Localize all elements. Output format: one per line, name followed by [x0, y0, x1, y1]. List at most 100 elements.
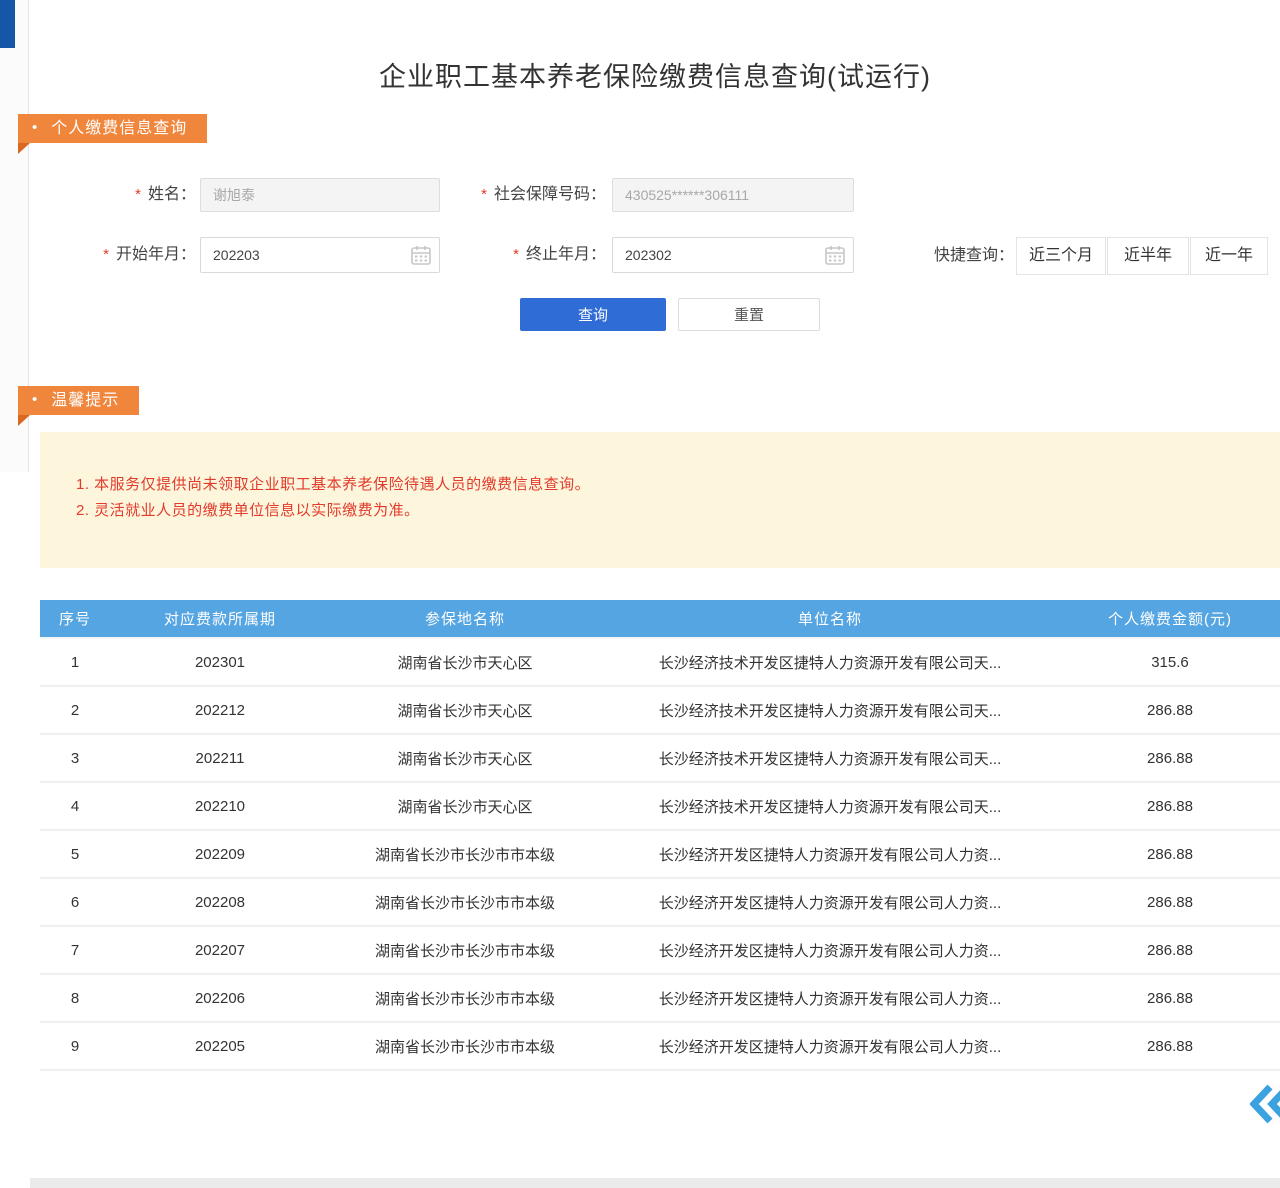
cell-unit-name: 长沙经济开发区捷特人力资源开发有限公司人力资...: [600, 878, 1060, 926]
collapsed-nav-block: [0, 0, 15, 48]
start-month-label-text: 开始年月：: [116, 246, 196, 263]
quick-last-3-months-button[interactable]: 近三个月: [1016, 237, 1106, 275]
table-row: 5 202209 湖南省长沙市长沙市市本级 长沙经济开发区捷特人力资源开发有限公…: [40, 830, 1280, 878]
cell-seq: 5: [40, 830, 110, 878]
table-header: 序号 对应费款所属期 参保地名称 单位名称 个人缴费金额(元): [40, 600, 1280, 638]
section-badge-tips: • 温馨提示: [18, 386, 139, 415]
end-month-input[interactable]: [612, 237, 854, 273]
cell-seq: 2: [40, 686, 110, 734]
table-row: 4 202210 湖南省长沙市天心区 长沙经济技术开发区捷特人力资源开发有限公司…: [40, 782, 1280, 830]
cell-period: 202211: [110, 734, 330, 782]
cell-period: 202207: [110, 926, 330, 974]
header-amount: 个人缴费金额(元): [1060, 600, 1280, 638]
ssn-label: * 社会保障号码：: [440, 178, 606, 212]
cell-unit-name: 长沙经济开发区捷特人力资源开发有限公司人力资...: [600, 926, 1060, 974]
header-period: 对应费款所属期: [110, 600, 330, 638]
cell-amount: 286.88: [1060, 878, 1280, 926]
tips-notice: 1. 本服务仅提供尚未领取企业职工基本养老保险待遇人员的缴费信息查询。 2. 灵…: [40, 432, 1280, 568]
cell-insured-area: 湖南省长沙市天心区: [330, 734, 600, 782]
query-button[interactable]: 查询: [520, 298, 666, 331]
cell-amount: 286.88: [1060, 1022, 1280, 1070]
cell-unit-name: 长沙经济技术开发区捷特人力资源开发有限公司天...: [600, 734, 1060, 782]
cell-unit-name: 长沙经济开发区捷特人力资源开发有限公司人力资...: [600, 830, 1060, 878]
cell-unit-name: 长沙经济技术开发区捷特人力资源开发有限公司天...: [600, 686, 1060, 734]
required-mark: *: [513, 246, 519, 263]
cell-amount: 286.88: [1060, 926, 1280, 974]
table-row: 7 202207 湖南省长沙市长沙市市本级 长沙经济开发区捷特人力资源开发有限公…: [40, 926, 1280, 974]
quick-last-half-year-button[interactable]: 近半年: [1107, 237, 1189, 275]
calendar-icon[interactable]: [410, 244, 432, 271]
cell-unit-name: 长沙经济开发区捷特人力资源开发有限公司人力资...: [600, 974, 1060, 1022]
calendar-icon[interactable]: [824, 244, 846, 271]
footer-strip: [30, 1178, 1280, 1188]
cell-period: 202206: [110, 974, 330, 1022]
cell-insured-area: 湖南省长沙市天心区: [330, 782, 600, 830]
cell-insured-area: 湖南省长沙市长沙市市本级: [330, 926, 600, 974]
start-month-field: [200, 237, 440, 273]
section-badge-tips-label: 温馨提示: [51, 392, 119, 409]
page-title: 企业职工基本养老保险缴费信息查询(试运行): [30, 55, 1280, 94]
start-month-input[interactable]: [200, 237, 440, 273]
quick-last-year-button[interactable]: 近一年: [1190, 237, 1268, 275]
cell-period: 202212: [110, 686, 330, 734]
cell-period: 202205: [110, 1022, 330, 1070]
cell-insured-area: 湖南省长沙市长沙市市本级: [330, 1022, 600, 1070]
cell-seq: 1: [40, 638, 110, 686]
name-label: * 姓名：: [80, 178, 196, 212]
header-seq: 序号: [40, 600, 110, 638]
cell-seq: 8: [40, 974, 110, 1022]
cell-amount: 286.88: [1060, 686, 1280, 734]
cell-seq: 9: [40, 1022, 110, 1070]
cell-period: 202209: [110, 830, 330, 878]
table-body: 1 202301 湖南省长沙市天心区 长沙经济技术开发区捷特人力资源开发有限公司…: [40, 638, 1280, 1070]
cell-insured-area: 湖南省长沙市长沙市市本级: [330, 830, 600, 878]
cell-period: 202210: [110, 782, 330, 830]
table-row: 8 202206 湖南省长沙市长沙市市本级 长沙经济开发区捷特人力资源开发有限公…: [40, 974, 1280, 1022]
tip-line: 1. 本服务仅提供尚未领取企业职工基本养老保险待遇人员的缴费信息查询。: [76, 472, 1250, 498]
name-input: [200, 178, 440, 212]
cell-amount: 286.88: [1060, 782, 1280, 830]
payments-table: 序号 对应费款所属期 参保地名称 单位名称 个人缴费金额(元) 1 202301…: [40, 600, 1280, 1071]
end-month-label-text: 终止年月：: [526, 246, 606, 263]
tip-line: 2. 灵活就业人员的缴费单位信息以实际缴费为准。: [76, 498, 1250, 524]
cell-amount: 286.88: [1060, 974, 1280, 1022]
required-mark: *: [135, 186, 141, 203]
end-month-field: [612, 237, 854, 273]
name-label-text: 姓名：: [148, 186, 196, 203]
cell-seq: 4: [40, 782, 110, 830]
cell-seq: 7: [40, 926, 110, 974]
bullet-icon: •: [32, 385, 38, 414]
table-row: 3 202211 湖南省长沙市天心区 长沙经济技术开发区捷特人力资源开发有限公司…: [40, 734, 1280, 782]
cell-insured-area: 湖南省长沙市长沙市市本级: [330, 878, 600, 926]
table-row: 2 202212 湖南省长沙市天心区 长沙经济技术开发区捷特人力资源开发有限公司…: [40, 686, 1280, 734]
cell-period: 202301: [110, 638, 330, 686]
end-month-label: * 终止年月：: [440, 238, 606, 272]
header-insured-area: 参保地名称: [330, 600, 600, 638]
cell-amount: 315.6: [1060, 638, 1280, 686]
cell-amount: 286.88: [1060, 830, 1280, 878]
double-chevron-left-icon[interactable]: [1250, 1082, 1280, 1126]
table-row: 1 202301 湖南省长沙市天心区 长沙经济技术开发区捷特人力资源开发有限公司…: [40, 638, 1280, 686]
section-badge-query: • 个人缴费信息查询: [18, 114, 207, 143]
cell-unit-name: 长沙经济开发区捷特人力资源开发有限公司人力资...: [600, 1022, 1060, 1070]
cell-unit-name: 长沙经济技术开发区捷特人力资源开发有限公司天...: [600, 782, 1060, 830]
cell-seq: 3: [40, 734, 110, 782]
start-month-label: * 开始年月：: [80, 238, 196, 272]
reset-button[interactable]: 重置: [678, 298, 820, 331]
quick-query-label: 快捷查询：: [926, 237, 1014, 274]
ssn-input: [612, 178, 854, 212]
cell-period: 202208: [110, 878, 330, 926]
section-badge-query-label: 个人缴费信息查询: [51, 120, 187, 137]
bullet-icon: •: [32, 113, 38, 142]
table-row: 6 202208 湖南省长沙市长沙市市本级 长沙经济开发区捷特人力资源开发有限公…: [40, 878, 1280, 926]
ssn-label-text: 社会保障号码：: [494, 186, 606, 203]
table-row: 9 202205 湖南省长沙市长沙市市本级 长沙经济开发区捷特人力资源开发有限公…: [40, 1022, 1280, 1070]
cell-insured-area: 湖南省长沙市长沙市市本级: [330, 974, 600, 1022]
required-mark: *: [103, 246, 109, 263]
required-mark: *: [481, 186, 487, 203]
cell-unit-name: 长沙经济技术开发区捷特人力资源开发有限公司天...: [600, 638, 1060, 686]
header-unit-name: 单位名称: [600, 600, 1060, 638]
cell-amount: 286.88: [1060, 734, 1280, 782]
page: 企业职工基本养老保险缴费信息查询(试运行) • 个人缴费信息查询 * 姓名： * 社会…: [0, 0, 1280, 1188]
cell-insured-area: 湖南省长沙市天心区: [330, 638, 600, 686]
